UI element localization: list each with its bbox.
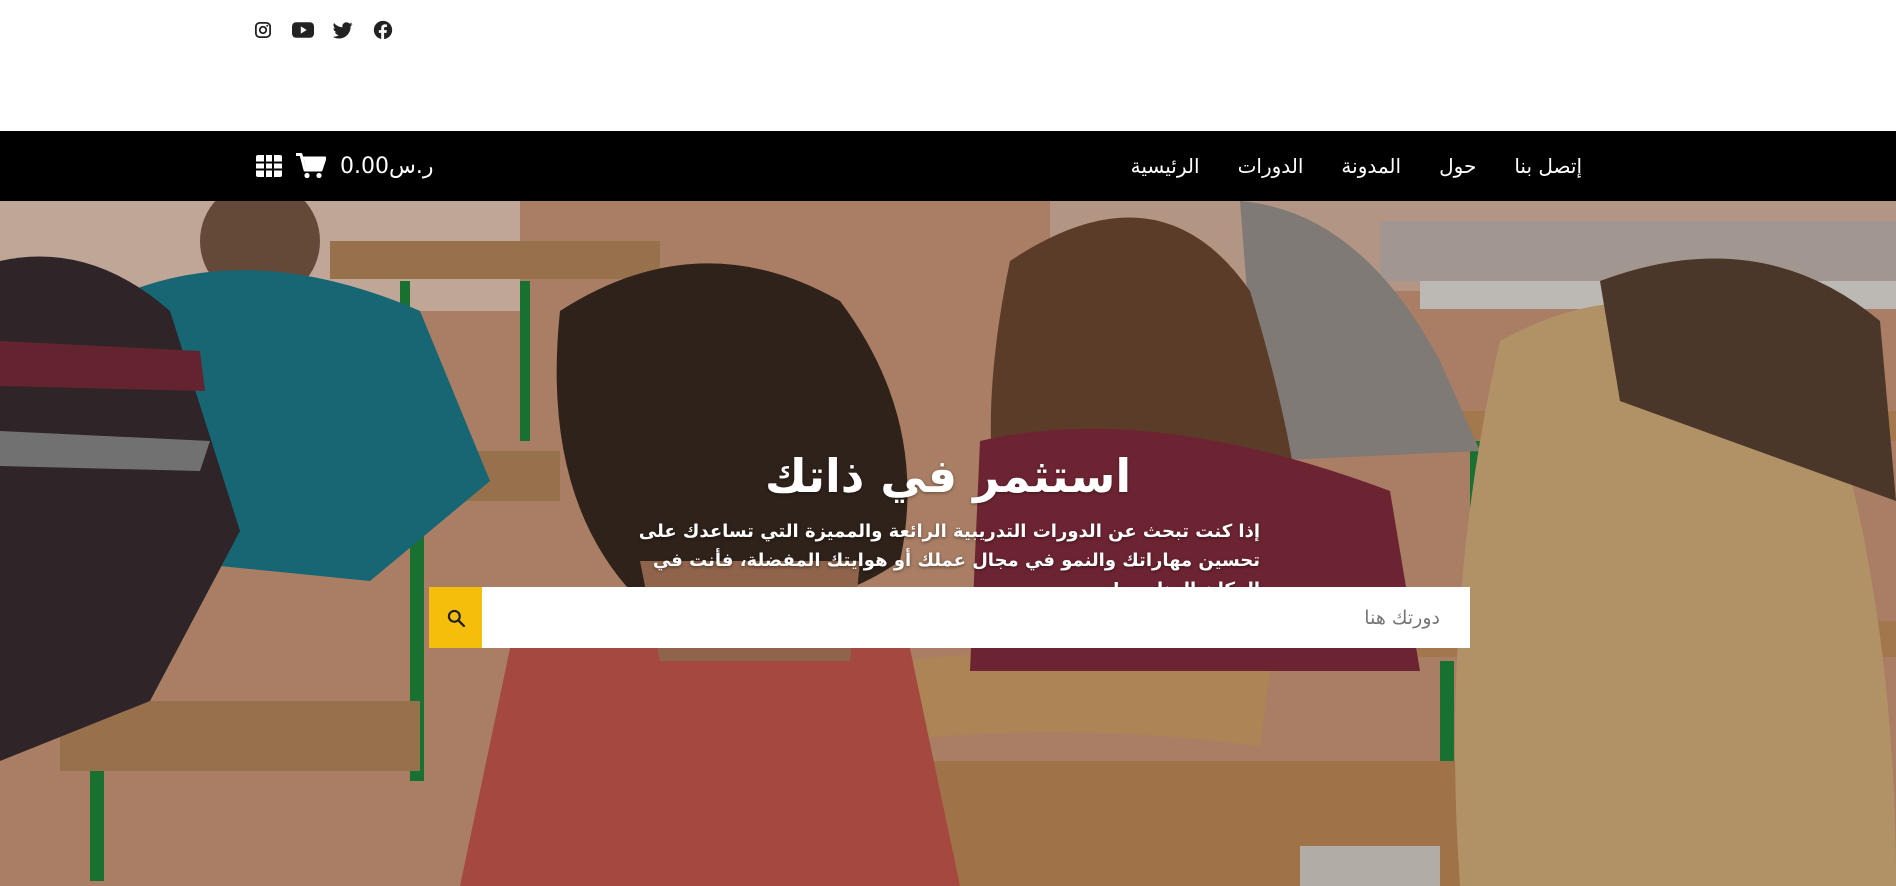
hero-content: استثمر في ذاتك إذا كنت تبحث عن الدورات ا… <box>0 201 1896 886</box>
nav-item-blog[interactable]: المدونة <box>1341 154 1401 178</box>
cart-total[interactable]: ر.س0.00 <box>340 154 433 179</box>
twitter-icon[interactable] <box>332 19 354 41</box>
nav-menu: الرئيسية الدورات المدونة حول إتصل بنا <box>1131 131 1582 201</box>
main-navbar: ر.س0.00 الرئيسية الدورات المدونة حول إتص… <box>0 131 1896 201</box>
nav-item-about[interactable]: حول <box>1439 154 1476 178</box>
hero-title: استثمر في ذاتك <box>764 449 1132 503</box>
cart-icon[interactable] <box>296 153 326 179</box>
grid-icon[interactable] <box>256 155 282 177</box>
social-links <box>252 19 394 41</box>
nav-tools: ر.س0.00 <box>256 131 433 201</box>
instagram-icon[interactable] <box>252 19 274 41</box>
nav-item-contact[interactable]: إتصل بنا <box>1514 154 1582 178</box>
nav-item-home[interactable]: الرئيسية <box>1131 154 1200 178</box>
course-search-box <box>429 587 1470 648</box>
facebook-icon[interactable] <box>372 19 394 41</box>
search-icon <box>447 609 465 627</box>
nav-item-courses[interactable]: الدورات <box>1238 154 1304 178</box>
search-button[interactable] <box>429 587 482 648</box>
youtube-icon[interactable] <box>292 19 314 41</box>
search-input[interactable] <box>482 587 1470 648</box>
top-bar <box>0 0 1896 131</box>
hero-section: استثمر في ذاتك إذا كنت تبحث عن الدورات ا… <box>0 201 1896 886</box>
